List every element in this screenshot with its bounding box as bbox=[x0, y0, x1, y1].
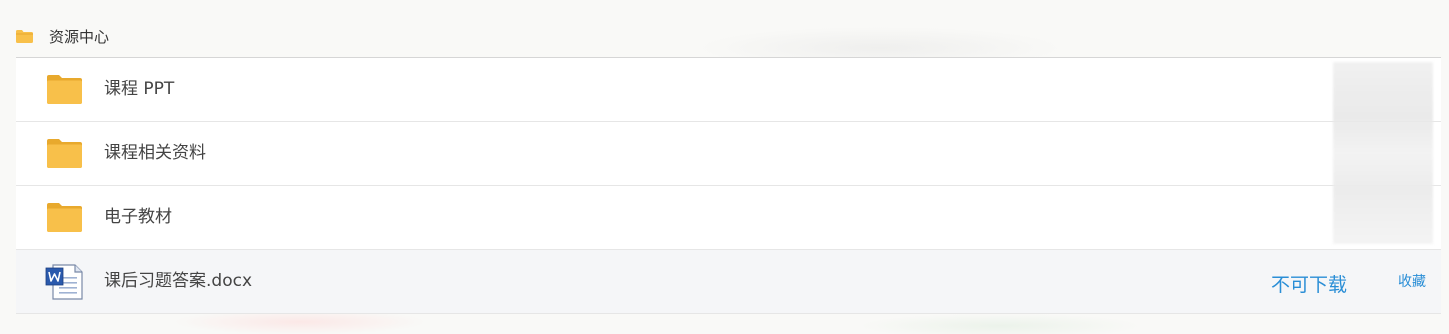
folder-icon bbox=[16, 29, 33, 43]
list-item[interactable]: 电子教材 bbox=[16, 186, 1441, 250]
page-title: 资源中心 bbox=[49, 27, 110, 46]
blurred-region bbox=[1333, 62, 1433, 244]
word-document-icon bbox=[45, 264, 83, 300]
item-name[interactable]: 课程相关资料 bbox=[104, 142, 206, 164]
favorite-button[interactable]: 收藏 bbox=[1398, 271, 1426, 291]
list-item[interactable]: 课程 PPT bbox=[16, 58, 1441, 122]
list-item[interactable]: 课后习题答案.docx 不可下载 收藏 bbox=[16, 250, 1441, 314]
item-name[interactable]: 课程 PPT bbox=[104, 78, 174, 100]
item-name[interactable]: 电子教材 bbox=[104, 206, 172, 228]
breadcrumb: 资源中心 bbox=[16, 22, 109, 50]
folder-icon bbox=[47, 139, 82, 168]
list-item[interactable]: 课程相关资料 bbox=[16, 122, 1441, 186]
download-status: 不可下载 bbox=[1271, 274, 1348, 296]
folder-icon bbox=[47, 203, 82, 232]
item-name[interactable]: 课后习题答案.docx bbox=[104, 270, 252, 292]
resource-list: 课程 PPT 课程相关资料 电子教材 课后习题答案.docx 不可下载 收藏 bbox=[16, 57, 1441, 314]
folder-icon bbox=[47, 75, 82, 104]
